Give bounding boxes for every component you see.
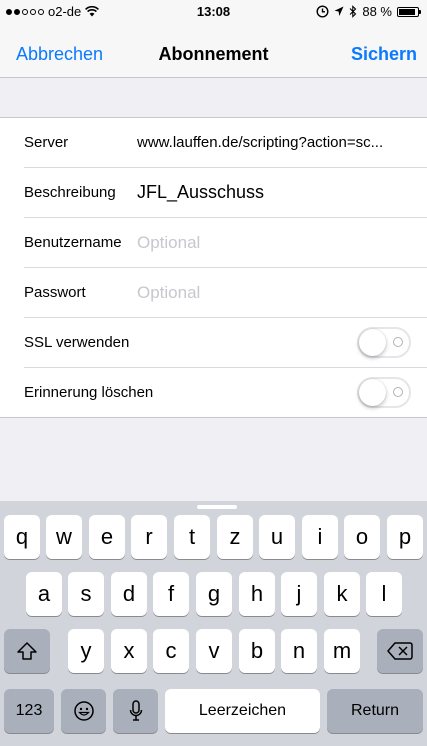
emoji-icon (73, 701, 94, 721)
key[interactable]: u (259, 515, 295, 559)
toggle-off-indicator (393, 337, 403, 347)
key[interactable]: a (26, 572, 62, 616)
ssl-row: SSL verwenden (24, 318, 427, 368)
keyboard-row-2: a s d f g h j k l (0, 572, 427, 616)
delete-icon (387, 642, 413, 660)
key[interactable]: v (196, 629, 232, 673)
server-label: Server (24, 134, 69, 151)
key[interactable]: w (46, 515, 82, 559)
password-label: Passwort (24, 284, 86, 301)
key[interactable]: o (344, 515, 380, 559)
server-field[interactable]: www.lauffen.de/scripting?action=sc... (137, 134, 383, 151)
key[interactable]: m (324, 629, 360, 673)
key[interactable]: h (239, 572, 275, 616)
keyboard-row-3: y x c v b n m (0, 629, 427, 673)
key[interactable]: f (153, 572, 189, 616)
keyboard: q w e r t z u i o p a s d f g h j k l y … (0, 501, 427, 746)
numbers-key[interactable]: 123 (4, 689, 54, 733)
key[interactable]: t (174, 515, 210, 559)
username-row[interactable]: Benutzername Optional (24, 218, 427, 268)
key[interactable]: l (366, 572, 402, 616)
key[interactable]: e (89, 515, 125, 559)
key[interactable]: g (196, 572, 232, 616)
password-row[interactable]: Passwort Optional (24, 268, 427, 318)
description-row[interactable]: Beschreibung JFL_Ausschuss (24, 168, 427, 218)
key[interactable]: r (131, 515, 167, 559)
battery-percent: 88 % (362, 4, 392, 19)
key[interactable]: j (281, 572, 317, 616)
username-field[interactable]: Optional (137, 233, 200, 253)
emoji-key[interactable] (61, 689, 106, 733)
server-row[interactable]: Server www.lauffen.de/scripting?action=s… (24, 118, 427, 168)
alarm-lock-icon (316, 5, 329, 18)
location-arrow-icon (334, 6, 344, 16)
status-right: 88 % (316, 4, 421, 19)
key[interactable]: y (68, 629, 104, 673)
toggle-knob (359, 329, 386, 356)
remove-alarms-label: Erinnerung löschen (24, 384, 154, 401)
key[interactable]: p (387, 515, 423, 559)
key[interactable]: q (4, 515, 40, 559)
password-field[interactable]: Optional (137, 283, 200, 303)
ssl-toggle[interactable] (357, 327, 411, 358)
bluetooth-icon (349, 5, 357, 18)
space-key[interactable]: Leerzeichen (165, 689, 320, 733)
key[interactable]: c (153, 629, 189, 673)
username-label: Benutzername (24, 234, 122, 251)
shift-key[interactable] (4, 629, 50, 673)
key[interactable]: b (239, 629, 275, 673)
key[interactable]: x (111, 629, 147, 673)
ssl-label: SSL verwenden (24, 334, 130, 351)
key[interactable]: k (324, 572, 360, 616)
key[interactable]: n (281, 629, 317, 673)
cancel-button[interactable]: Abbrechen (16, 44, 103, 65)
remove-alarms-toggle[interactable] (357, 377, 411, 408)
subscription-form: Server www.lauffen.de/scripting?action=s… (0, 117, 427, 418)
remove-alarms-row: Erinnerung löschen (24, 368, 427, 417)
description-label: Beschreibung (24, 184, 116, 201)
toggle-off-indicator (393, 387, 403, 397)
dictation-key[interactable] (113, 689, 158, 733)
keyboard-grabber (197, 505, 237, 509)
toggle-knob (359, 379, 386, 406)
mic-icon (129, 700, 142, 721)
battery-icon (397, 6, 421, 17)
shift-icon (17, 642, 37, 660)
delete-key[interactable] (377, 629, 423, 673)
keyboard-row-1: q w e r t z u i o p (0, 515, 427, 559)
navigation-bar: Abbrechen Abonnement Sichern (0, 22, 427, 78)
keyboard-row-4: 123 Leerzeichen Return (0, 689, 427, 733)
description-field[interactable]: JFL_Ausschuss (137, 182, 264, 203)
return-key[interactable]: Return (327, 689, 423, 733)
key[interactable]: i (302, 515, 338, 559)
save-button[interactable]: Sichern (351, 44, 417, 65)
status-bar: o2-de 13:08 88 % (0, 0, 427, 22)
key[interactable]: d (111, 572, 147, 616)
key[interactable]: s (68, 572, 104, 616)
key[interactable]: z (217, 515, 253, 559)
